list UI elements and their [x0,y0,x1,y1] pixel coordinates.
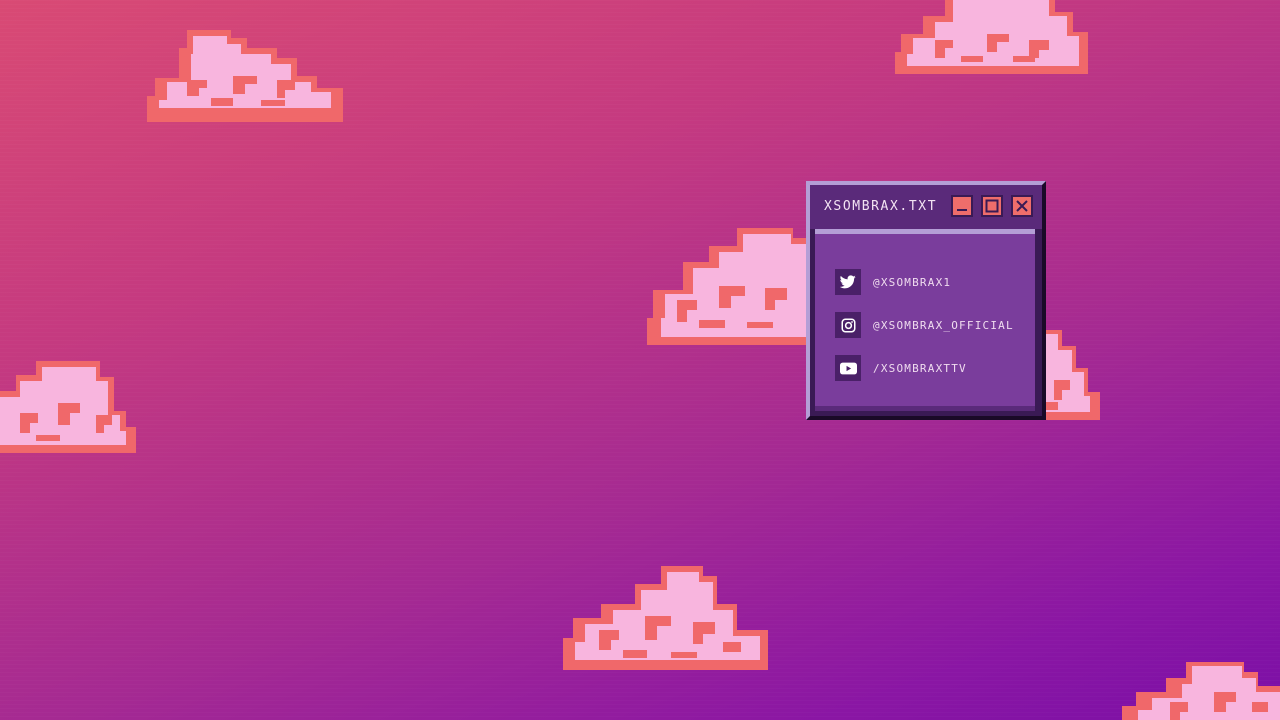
cloud [647,228,822,345]
cloud [0,361,136,453]
cloud [563,566,768,670]
social-window: XSOMBRAX.TXT @XSOMBRAX1 @XSOMBRAX_OFFICI… [806,181,1046,420]
window-content: @XSOMBRAX1 @XSOMBRAX_OFFICIAL /XSOMBRAXT… [815,234,1035,411]
instagram-icon [841,318,855,332]
youtube-handle: /XSOMBRAXTTV [873,361,967,375]
cloud [895,0,1088,74]
maximize-icon [985,199,999,213]
youtube-icon [839,362,857,374]
cloud [1122,662,1280,720]
social-link-instagram[interactable]: @XSOMBRAX_OFFICIAL [835,311,1014,339]
cloud [1044,330,1100,420]
youtube-icon-box [835,355,861,381]
maximize-button[interactable] [981,195,1003,217]
social-link-twitter[interactable]: @XSOMBRAX1 [835,268,1014,296]
twitter-handle: @XSOMBRAX1 [873,275,952,289]
twitter-icon [840,275,856,289]
social-link-youtube[interactable]: /XSOMBRAXTTV [835,354,1014,382]
social-links-list: @XSOMBRAX1 @XSOMBRAX_OFFICIAL /XSOMBRAXT… [835,268,1014,382]
twitter-icon-box [835,269,861,295]
close-button[interactable] [1011,195,1033,217]
window-title: XSOMBRAX.TXT [824,199,938,214]
cloud [147,20,343,122]
minimize-button[interactable] [951,195,973,217]
close-icon [1016,200,1028,212]
instagram-handle: @XSOMBRAX_OFFICIAL [873,318,1014,332]
minimize-icon [957,209,967,211]
instagram-icon-box [835,312,861,338]
window-titlebar[interactable]: XSOMBRAX.TXT [810,185,1042,229]
